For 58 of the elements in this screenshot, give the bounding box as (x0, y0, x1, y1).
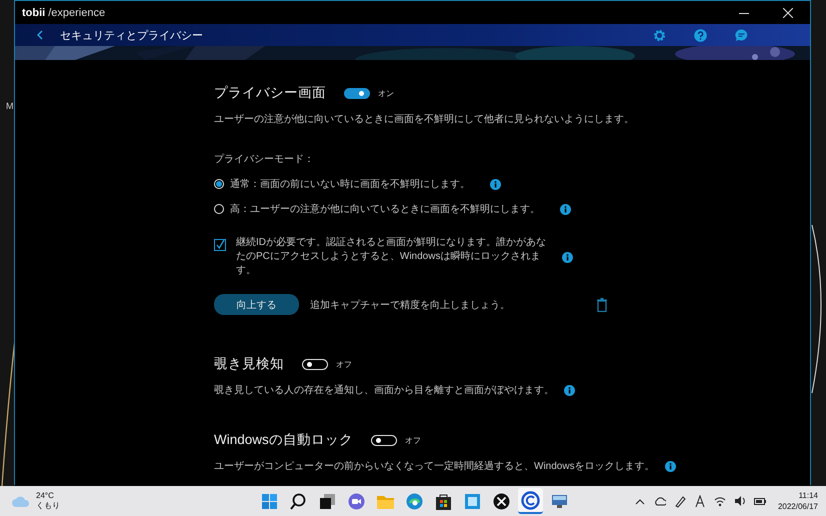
speaker-icon[interactable] (734, 494, 746, 508)
clock-date[interactable]: 2022/06/17 (778, 501, 818, 512)
radio-label: 通常：画面の前にいない時に画面を不鮮明にします。 (230, 178, 470, 191)
info-icon[interactable] (562, 252, 573, 262)
desktop-icon-label: M (6, 101, 14, 111)
toggle-state-label: オン (378, 88, 394, 98)
close-icon (783, 8, 793, 18)
section-title: Windowsの自動ロック (214, 431, 353, 449)
browser-icon (405, 492, 424, 510)
app-icon (463, 492, 482, 510)
radio-button[interactable] (214, 179, 224, 189)
info-icon[interactable] (490, 178, 501, 190)
section-description: ユーザーがコンピューターの前からいなくなって一定時間経過すると、Windowsをロックします。 (214, 460, 655, 473)
video-chat-icon (347, 492, 366, 510)
radio-button[interactable] (214, 204, 224, 214)
app-name: /experience (48, 6, 106, 18)
cloud-icon[interactable] (654, 494, 666, 508)
improve-button[interactable]: 向上する (214, 294, 299, 315)
page-title: セキュリティとプライバシー (60, 28, 203, 42)
c-logo-icon (521, 490, 540, 510)
toggle-state-label: オフ (404, 434, 421, 446)
settings-icon (653, 28, 666, 42)
section-title: 覗き見検知 (214, 355, 284, 373)
search-icon (289, 492, 308, 510)
x-circle-icon (492, 492, 511, 510)
section-title: プライバシー画面 (214, 84, 326, 102)
pen-icon[interactable] (674, 494, 686, 508)
checkbox-label: 継続IDが必要です。認証されると画面が鮮明になります。誰かがあなたのPCにアクセスしようとすると、Windowsは瞬時にロックされます。 (236, 236, 547, 278)
chat-button[interactable] (735, 28, 748, 42)
letter-a-icon[interactable] (694, 494, 706, 508)
help-icon (694, 28, 707, 42)
help-button[interactable] (694, 28, 707, 42)
start-icon (260, 492, 279, 510)
toggle-state-label: オフ (336, 358, 352, 370)
weather-condition: くもり (36, 501, 60, 511)
info-icon[interactable] (664, 460, 676, 472)
app-logo: tobii (22, 6, 46, 18)
trash-icon (597, 298, 607, 312)
settings-button[interactable] (653, 28, 666, 42)
improve-hint: 追加キャプチャーで精度を向上しましょう。 (310, 298, 510, 312)
taskbar-button[interactable] (518, 488, 543, 514)
checkbox[interactable] (214, 239, 226, 251)
wifi-icon[interactable] (714, 494, 726, 508)
task-view-icon (318, 492, 337, 510)
info-icon[interactable] (560, 204, 571, 214)
info-icon[interactable] (564, 384, 575, 396)
delete-button[interactable] (597, 298, 607, 312)
mode-label: プライバシーモード： (214, 152, 315, 166)
speech-bubble-icon (735, 28, 748, 42)
shopping-bag-icon (434, 492, 453, 510)
radio-label: 高：ユーザーの注意が他に向いているときに画面を不鮮明にします。 (230, 202, 540, 216)
back-icon (37, 30, 44, 40)
toggle-switch[interactable] (344, 88, 370, 98)
temperature: 24°C (36, 491, 55, 501)
clock-time[interactable]: 11:14 (798, 490, 818, 501)
section-description: ユーザーの注意が他に向いているときに画面を不鮮明にして他者に見られないようにします。 (214, 112, 634, 126)
back-button[interactable] (37, 30, 44, 40)
section-description: 覗き見している人の存在を通知し、画面から目を離すと画面がぼやけます。 (214, 384, 554, 397)
